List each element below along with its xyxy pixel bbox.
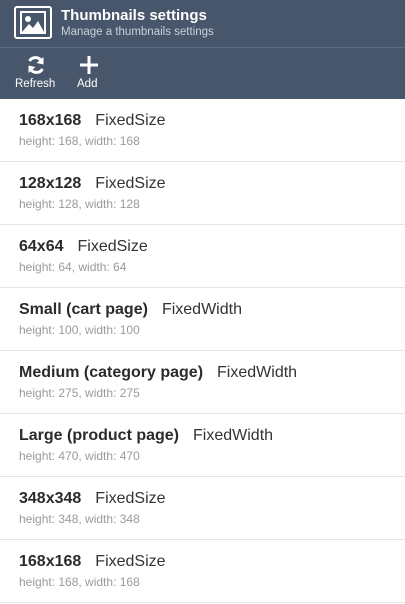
- refresh-button[interactable]: Refresh: [14, 55, 60, 95]
- list-item[interactable]: Large (product page) FixedWidth height: 4…: [0, 414, 405, 477]
- item-title-line: 128x128 FixedSize: [19, 175, 166, 193]
- item-details: height: 168, width: 168: [19, 134, 140, 148]
- item-type: FixedWidth: [161, 301, 242, 318]
- list-item[interactable]: 128x128 FixedSize height: 128, width: 128: [0, 162, 405, 225]
- item-type: FixedSize: [95, 553, 166, 570]
- item-title-line: 64x64 FixedSize: [19, 238, 148, 256]
- item-title-line: Medium (category page) FixedWidth: [19, 364, 297, 382]
- list-item[interactable]: 348x348 FixedSize height: 348, width: 348: [0, 477, 405, 540]
- list-item[interactable]: 64x64 FixedSize height: 64, width: 64: [0, 225, 405, 288]
- list-item[interactable]: 168x168 FixedSize height: 168, width: 168: [0, 99, 405, 162]
- item-title-line: 168x168 FixedSize: [19, 112, 166, 130]
- item-title-line: Small (cart page) FixedWidth: [19, 301, 242, 319]
- item-name: Small (cart page): [19, 301, 148, 318]
- item-name: 128x128: [19, 175, 82, 192]
- item-details: height: 168, width: 168: [19, 575, 140, 589]
- item-name: Medium (category page): [19, 364, 204, 381]
- item-type: FixedSize: [77, 238, 148, 255]
- item-details: height: 128, width: 128: [19, 197, 140, 211]
- item-details: height: 470, width: 470: [19, 449, 140, 463]
- item-name: 168x168: [19, 112, 82, 129]
- item-name: 348x348: [19, 490, 82, 507]
- list-item[interactable]: Medium (category page) FixedWidth height:…: [0, 351, 405, 414]
- item-details: height: 275, width: 275: [19, 386, 140, 400]
- thumbnails-list: 168x168 FixedSize height: 168, width: 168…: [0, 99, 405, 603]
- item-details: height: 348, width: 348: [19, 512, 140, 526]
- item-name: Large (product page): [19, 427, 180, 444]
- item-title-line: 348x348 FixedSize: [19, 490, 166, 508]
- add-label: Add: [77, 78, 98, 90]
- page-subtitle: Manage a thumbnails settings: [61, 26, 214, 38]
- item-type: FixedSize: [95, 175, 166, 192]
- list-item[interactable]: 168x168 FixedSize height: 168, width: 168: [0, 540, 405, 603]
- page-title: Thumbnails settings: [61, 7, 207, 24]
- add-button[interactable]: Add: [74, 55, 104, 95]
- list-item[interactable]: Small (cart page) FixedWidth height: 100,…: [0, 288, 405, 351]
- item-type: FixedSize: [95, 112, 166, 129]
- header-divider: [0, 47, 405, 48]
- image-icon: [14, 6, 52, 39]
- item-type: FixedWidth: [217, 364, 298, 381]
- item-name: 168x168: [19, 553, 82, 570]
- item-name: 64x64: [19, 238, 64, 255]
- item-details: height: 64, width: 64: [19, 260, 127, 274]
- plus-icon: [79, 55, 99, 80]
- blade-header: Thumbnails settings Manage a thumbnails …: [0, 0, 405, 99]
- item-details: height: 100, width: 100: [19, 323, 140, 337]
- item-title-line: Large (product page) FixedWidth: [19, 427, 273, 445]
- item-type: FixedSize: [95, 490, 166, 507]
- refresh-icon: [26, 55, 46, 80]
- item-type: FixedWidth: [193, 427, 274, 444]
- refresh-label: Refresh: [15, 78, 56, 90]
- title-bar: Thumbnails settings Manage a thumbnails …: [0, 0, 405, 46]
- item-title-line: 168x168 FixedSize: [19, 553, 166, 571]
